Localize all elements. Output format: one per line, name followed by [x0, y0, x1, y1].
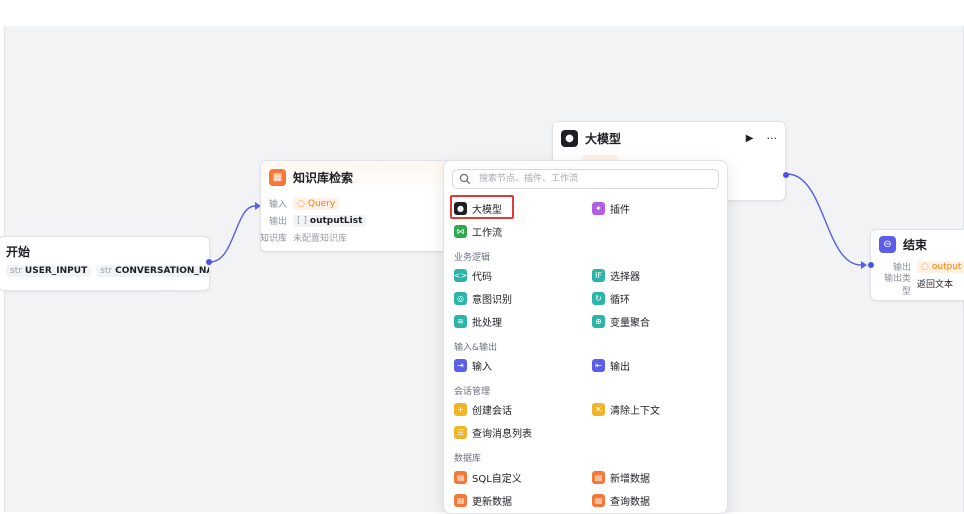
code-icon: <>	[453, 268, 468, 282]
start-node[interactable]: 开始 strUSER_INPUT strCONVERSATION_NAME	[0, 236, 210, 291]
item-query-data[interactable]: ▤ 查询数据	[592, 490, 650, 510]
item-label: 变量聚合	[610, 317, 650, 329]
llm-output-port[interactable]	[783, 172, 789, 178]
llm-icon: ●	[561, 129, 578, 147]
input-icon: ⇥	[454, 358, 467, 372]
selection-highlight	[450, 195, 514, 219]
start-output-port[interactable]	[206, 259, 212, 265]
group-title: 输入&输出	[454, 343, 498, 353]
item-aggregate[interactable]: ⊕ 变量聚合	[592, 311, 650, 331]
item-input[interactable]: ⇥ 输入	[454, 355, 492, 375]
clear-context-icon: ✕	[592, 402, 605, 416]
item-message-list[interactable]: ☰ 查询消息列表	[454, 422, 532, 442]
top-bar	[0, 0, 964, 26]
output-label: 输出	[268, 217, 287, 227]
end-icon: ⊖	[879, 235, 896, 253]
output-icon: ⇤	[592, 358, 605, 372]
sql-icon: ▤	[454, 470, 467, 484]
kb-value: 未配置知识库	[293, 234, 348, 244]
start-node-title: 开始	[6, 244, 31, 259]
llm-node-title: 大模型	[585, 131, 622, 146]
param-name: USER_INPUT	[24, 266, 88, 276]
item-label: 更新数据	[472, 496, 512, 508]
item-label: 输入	[472, 361, 492, 373]
more-icon[interactable]: ···	[767, 132, 778, 145]
item-code[interactable]: <> 代码	[454, 265, 492, 285]
item-label: 创建会话	[472, 405, 512, 417]
edge-start-knowledge	[209, 205, 256, 263]
intent-icon: ◎	[454, 291, 467, 305]
param-type: str	[100, 266, 113, 276]
input-label: 输入	[268, 200, 287, 210]
loop-icon: ↻	[592, 291, 605, 305]
end-output-chip: ◌ output	[917, 260, 964, 273]
item-batch[interactable]: ≋ 批处理	[454, 311, 502, 331]
param-name: CONVERSATION_NAME	[115, 266, 209, 276]
group-title: 数据库	[454, 454, 482, 464]
edge-arrow-2	[861, 261, 867, 269]
batch-icon: ≋	[454, 314, 467, 328]
item-plugin[interactable]: ✦ 插件	[592, 198, 630, 218]
item-label: 输出	[610, 361, 630, 373]
param-chip: str USER_INPUT	[6, 265, 92, 277]
end-type-label: 输出类型	[883, 273, 911, 297]
item-selector[interactable]: IF 选择器	[592, 265, 640, 285]
output-list-chip: [ ] outputList	[293, 214, 367, 227]
message-list-icon: ☰	[454, 425, 467, 439]
query-value: Query	[307, 198, 336, 209]
end-node-title: 结束	[903, 237, 928, 252]
item-workflow[interactable]: ⋈ 工作流	[454, 221, 502, 241]
query-chip: ◌ Query	[293, 197, 340, 210]
group-title: 会话管理	[454, 387, 491, 397]
item-label: 新增数据	[610, 473, 650, 485]
end-node[interactable]: ⊖ 结束 输出 ◌ output 输出类型 返回文本	[870, 229, 964, 301]
param-chip: strCONVERSATION_NAME	[96, 265, 209, 277]
update-data-icon: ▤	[454, 493, 467, 507]
item-label: 选择器	[610, 271, 640, 283]
item-label: 查询消息列表	[472, 428, 532, 440]
output-list-value: outputList	[309, 215, 363, 226]
item-label: 循环	[610, 294, 630, 306]
knowledge-node-title: 知识库检索	[293, 170, 354, 185]
item-label: 清除上下文	[610, 405, 660, 417]
item-create-chat[interactable]: + 创建会话	[454, 399, 512, 419]
search-input[interactable]	[477, 173, 711, 185]
item-sql[interactable]: ▤ SQL自定义	[454, 467, 522, 487]
item-clear-context[interactable]: ✕ 清除上下文	[592, 399, 660, 419]
knowledge-icon: ▦	[269, 168, 286, 186]
search-icon	[459, 173, 471, 185]
item-update-data[interactable]: ▤ 更新数据	[454, 490, 512, 510]
aggregate-icon: ⊕	[592, 314, 605, 328]
item-loop[interactable]: ↻ 循环	[592, 288, 630, 308]
search-box[interactable]	[452, 169, 719, 189]
item-label: 代码	[472, 271, 492, 283]
create-chat-icon: +	[454, 402, 467, 416]
item-label: 工作流	[472, 227, 502, 239]
if-icon: IF	[592, 268, 605, 282]
plugin-icon: ✦	[592, 201, 605, 215]
end-output-value: output	[931, 261, 962, 272]
end-input-port[interactable]	[868, 262, 874, 268]
insert-data-icon: ▤	[592, 470, 605, 484]
query-data-icon: ▤	[592, 493, 605, 507]
item-output[interactable]: ⇤ 输出	[592, 355, 630, 375]
param-type: str	[10, 266, 22, 276]
item-label: 查询数据	[610, 496, 650, 508]
item-label: 插件	[610, 204, 630, 216]
workflow-icon: ⋈	[454, 224, 467, 238]
item-label: SQL自定义	[472, 473, 522, 485]
run-icon[interactable]: ▶	[746, 133, 754, 144]
item-insert-data[interactable]: ▤ 新增数据	[592, 467, 650, 487]
item-label: 意图识别	[472, 294, 512, 306]
kb-label: 知识库	[260, 234, 287, 244]
knowledge-node[interactable]: ▦ 知识库检索 输入 ◌ Query 输出 [ ] outputList 知识库 未配置…	[260, 160, 452, 252]
group-title: 业务逻辑	[454, 253, 491, 263]
edge-llm-end	[786, 173, 862, 266]
item-label: 批处理	[472, 317, 502, 329]
end-type-value: 返回文本	[917, 280, 954, 290]
item-intent[interactable]: ◎ 意图识别	[454, 288, 512, 308]
